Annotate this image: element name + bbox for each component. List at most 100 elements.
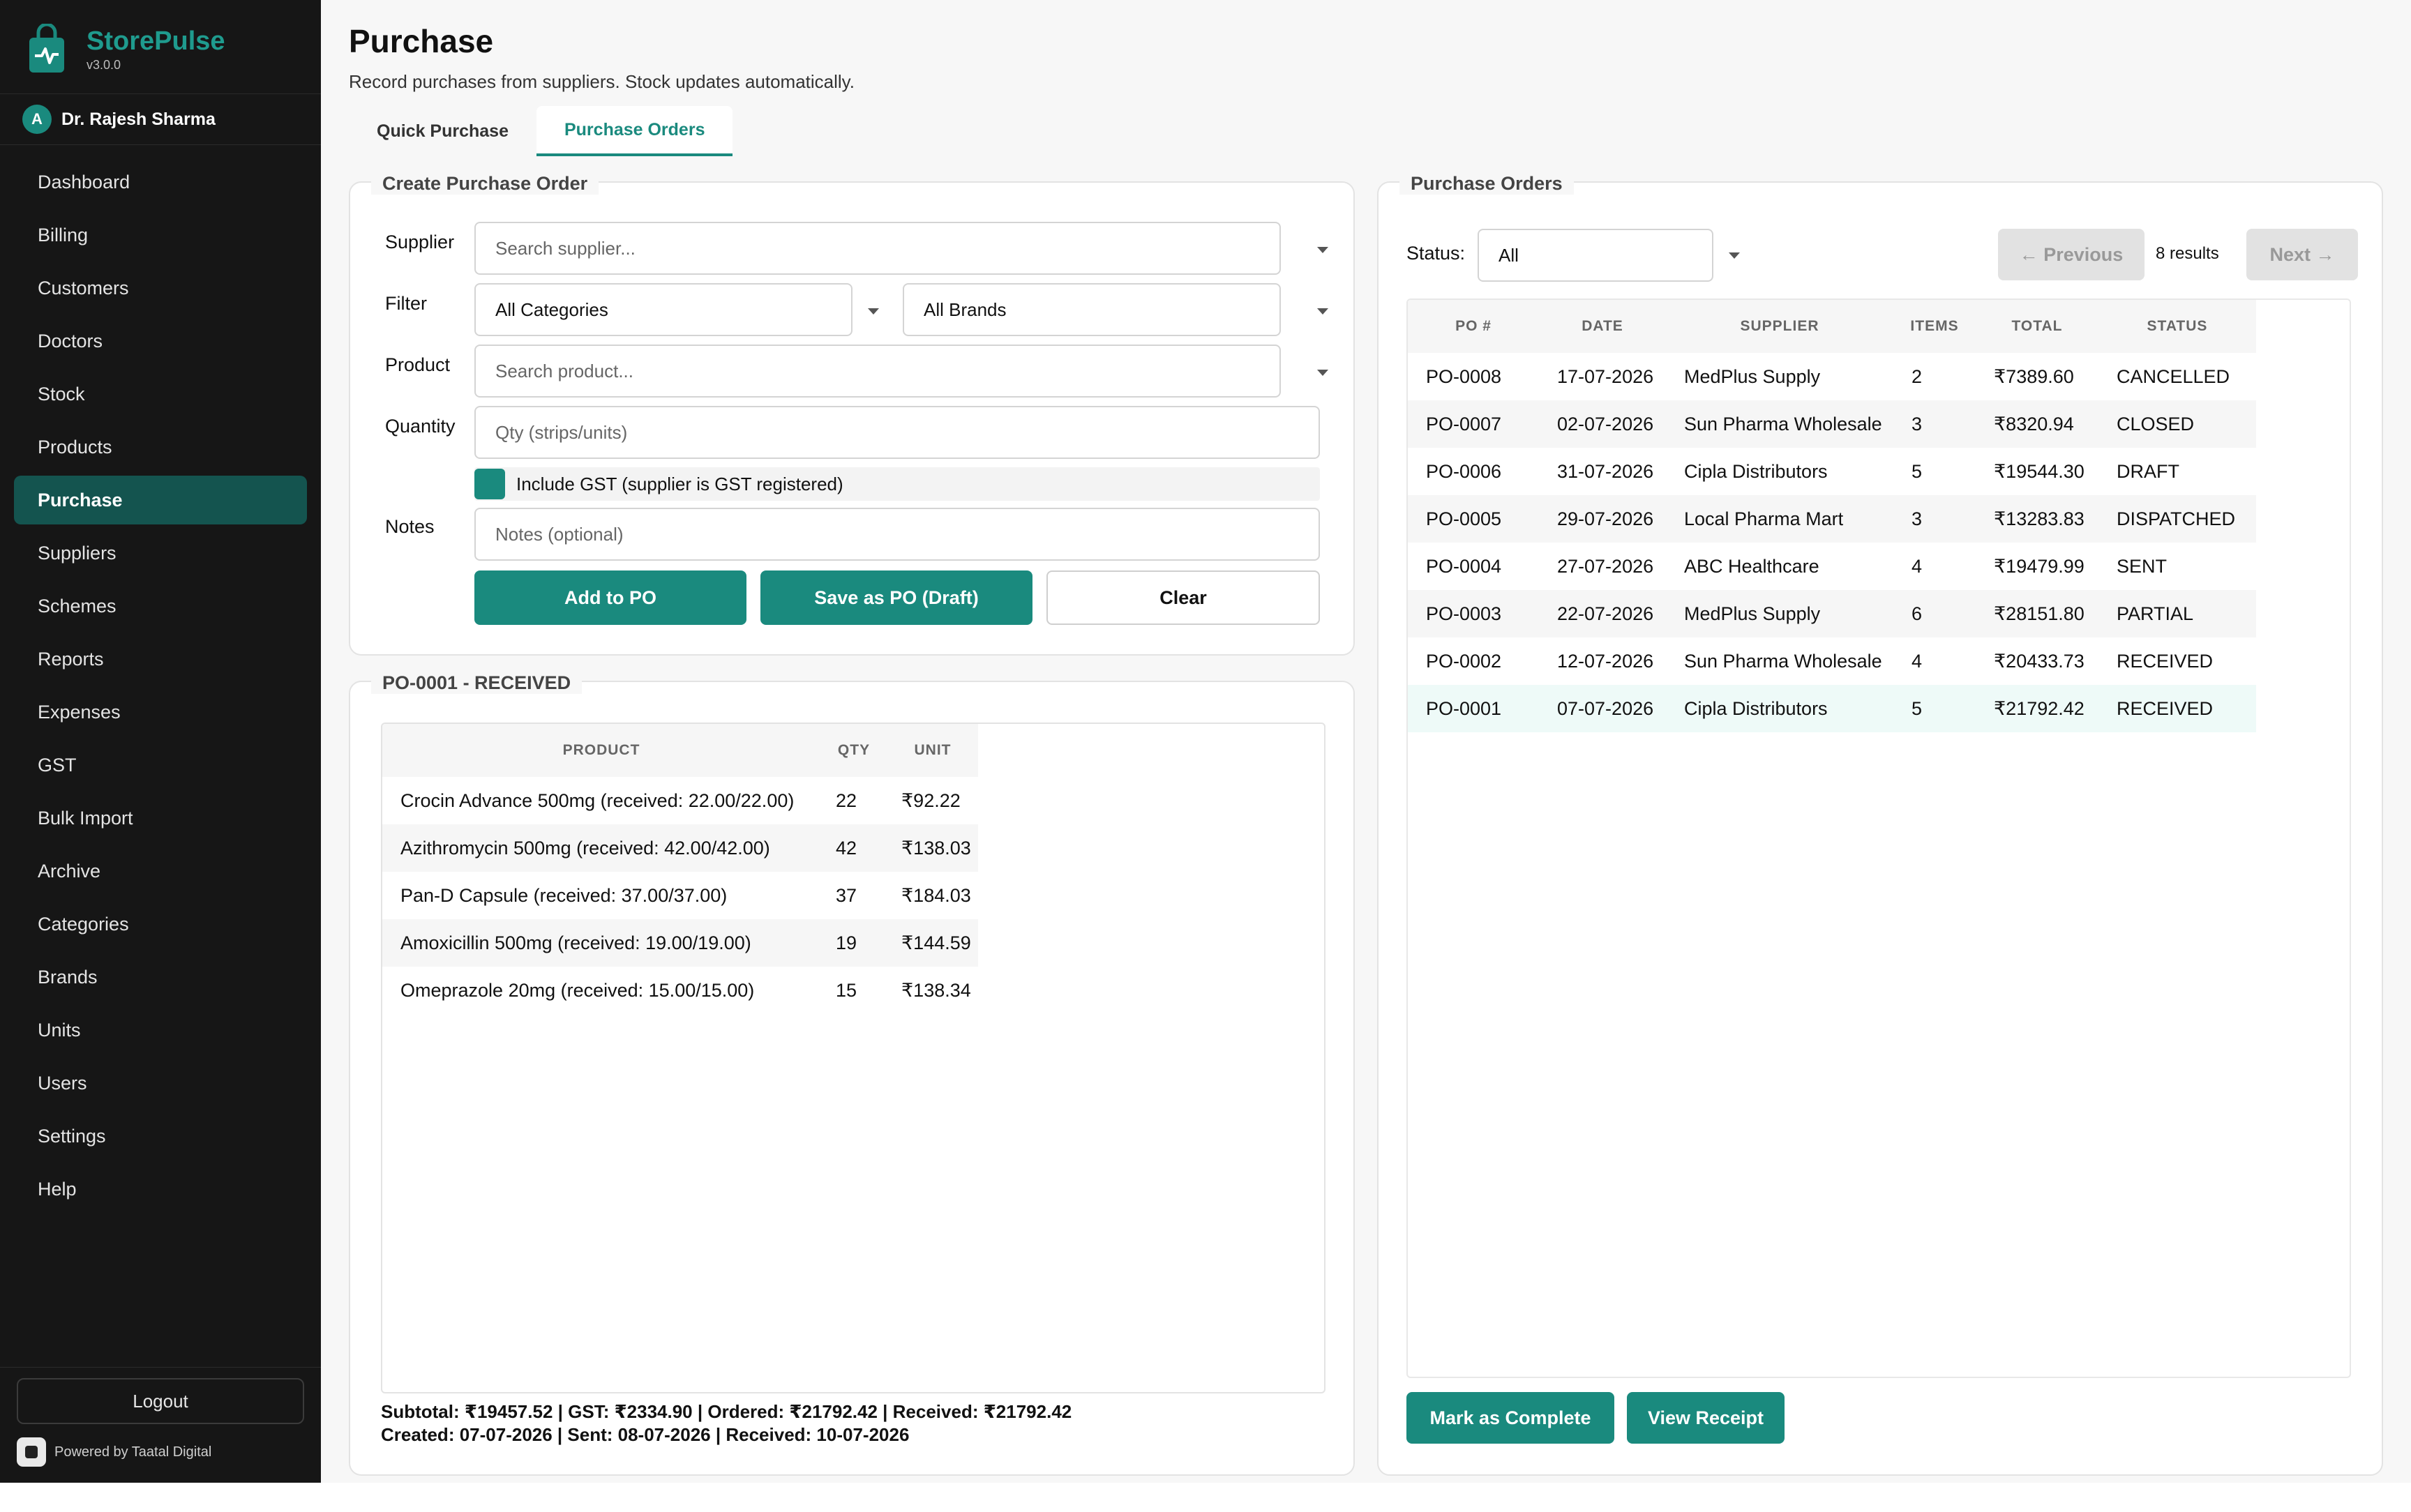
column-header-items[interactable]: ITEMS	[1893, 300, 1976, 353]
cell-product: Crocin Advance 500mg (received: 22.00/22…	[400, 789, 795, 811]
taatal-logo-icon	[17, 1437, 46, 1467]
sidebar-item-brands[interactable]: Brands	[14, 953, 307, 1001]
sidebar-item-units[interactable]: Units	[14, 1006, 307, 1054]
sidebar-item-categories[interactable]: Categories	[14, 900, 307, 948]
cell-status: SENT	[2117, 555, 2168, 577]
mark-complete-button[interactable]: Mark as Complete	[1406, 1392, 1614, 1444]
table-row-selected[interactable]: PO-0001 07-07-2026 Cipla Distributors 5 …	[1408, 685, 2256, 732]
purchase-orders-title: Purchase Orders	[1399, 173, 1574, 195]
cell-unit: ₹184.03	[901, 884, 971, 906]
cell-supplier: Cipla Distributors	[1684, 460, 1828, 482]
column-header-po[interactable]: PO #	[1408, 300, 1539, 353]
notes-label: Notes	[385, 516, 435, 537]
brand-select[interactable]: All Brands	[903, 283, 1281, 336]
brand-dropdown-caret-icon[interactable]	[1317, 308, 1328, 315]
sidebar-footer: Logout Powered by Taatal Digital	[0, 1367, 321, 1467]
logout-button[interactable]: Logout	[17, 1378, 304, 1424]
tab-quick-purchase[interactable]: Quick Purchase	[349, 106, 536, 156]
table-row[interactable]: PO-0008 17-07-2026 MedPlus Supply 2 ₹738…	[1408, 353, 2256, 400]
cell-total: ₹8320.94	[1976, 400, 2098, 448]
cell-supplier: ABC Healthcare	[1684, 555, 1819, 577]
cell-items: 4	[1911, 555, 1923, 577]
cell-supplier: Local Pharma Mart	[1666, 495, 1893, 543]
cell-qty: 22	[836, 789, 857, 811]
table-row[interactable]: PO-0002 12-07-2026 Sun Pharma Wholesale …	[1408, 637, 2256, 685]
status-dropdown-caret-icon[interactable]	[1729, 252, 1740, 259]
cell-supplier: MedPlus Supply	[1666, 590, 1893, 637]
status-filter-label: Status:	[1406, 243, 1466, 264]
cell-total: ₹20433.73	[1994, 650, 2085, 672]
column-header-qty: QTY	[820, 724, 887, 777]
supplier-dropdown-caret-icon[interactable]	[1317, 247, 1328, 253]
notes-input[interactable]: Notes (optional)	[474, 508, 1320, 561]
category-dropdown-caret-icon[interactable]	[868, 308, 879, 315]
table-row: Amoxicillin 500mg (received: 19.00/19.00…	[382, 919, 978, 967]
gst-checkbox[interactable]	[474, 469, 505, 499]
cell-total: ₹7389.60	[1994, 365, 2074, 387]
category-select[interactable]: All Categories	[474, 283, 853, 336]
table-row[interactable]: PO-0005 29-07-2026 Local Pharma Mart 3 ₹…	[1408, 495, 2256, 543]
sidebar-item-bulk-import[interactable]: Bulk Import	[14, 794, 307, 842]
store-bag-logo-icon	[28, 22, 66, 74]
cell-status: DRAFT	[2117, 460, 2179, 482]
sidebar-item-reports[interactable]: Reports	[14, 635, 307, 683]
tab-purchase-orders[interactable]: Purchase Orders	[536, 106, 733, 156]
sidebar-item-customers[interactable]: Customers	[14, 264, 307, 312]
table-row[interactable]: PO-0006 31-07-2026 Cipla Distributors 5 …	[1408, 448, 2256, 495]
sidebar-item-stock[interactable]: Stock	[14, 370, 307, 418]
po-totals-dates: Created: 07-07-2026 | Sent: 08-07-2026 |…	[381, 1424, 910, 1445]
cell-date: 22-07-2026	[1539, 590, 1666, 637]
cell-items: 2	[1911, 365, 1923, 387]
cell-date: 31-07-2026	[1557, 460, 1654, 482]
column-header-unit: UNIT	[887, 724, 978, 777]
sidebar-item-dashboard[interactable]: Dashboard	[14, 158, 307, 206]
next-page-button[interactable]: Next →	[2246, 229, 2358, 280]
sidebar-item-help[interactable]: Help	[14, 1165, 307, 1214]
table-row: Azithromycin 500mg (received: 42.00/42.0…	[382, 824, 978, 872]
sidebar-item-expenses[interactable]: Expenses	[14, 688, 307, 736]
cell-po: PO-0008	[1426, 365, 1502, 387]
add-to-po-button[interactable]: Add to PO	[474, 570, 746, 625]
table-row[interactable]: PO-0004 27-07-2026 ABC Healthcare 4 ₹194…	[1408, 543, 2256, 590]
page-subtitle: Record purchases from suppliers. Stock u…	[349, 71, 855, 92]
sidebar-item-purchase[interactable]: Purchase	[14, 476, 307, 524]
table-row[interactable]: PO-0003 22-07-2026 MedPlus Supply 6 ₹281…	[1408, 590, 2256, 637]
sidebar-item-schemes[interactable]: Schemes	[14, 582, 307, 630]
tab-bar: Quick Purchase Purchase Orders	[349, 106, 733, 156]
sidebar-item-gst[interactable]: GST	[14, 741, 307, 789]
column-header-supplier[interactable]: SUPPLIER	[1666, 300, 1893, 353]
supplier-search-input[interactable]: Search supplier...	[474, 222, 1281, 275]
cell-unit: ₹138.03	[887, 824, 978, 872]
sidebar-item-users[interactable]: Users	[14, 1059, 307, 1107]
cell-po: PO-0004	[1426, 555, 1502, 577]
cell-total: ₹19544.30	[1994, 460, 2085, 482]
user-profile[interactable]: A Dr. Rajesh Sharma	[0, 93, 321, 145]
status-filter-select[interactable]: All	[1478, 229, 1713, 282]
clear-button[interactable]: Clear	[1046, 570, 1320, 625]
quantity-input[interactable]: Qty (strips/units)	[474, 406, 1320, 459]
app-name: StorePulse	[87, 26, 225, 56]
sidebar-item-archive[interactable]: Archive	[14, 847, 307, 895]
purchase-orders-panel: Purchase Orders Status: All ← Previous 8…	[1377, 173, 2383, 1476]
product-search-input[interactable]: Search product...	[474, 345, 1281, 398]
gst-checkbox-row[interactable]: Include GST (supplier is GST registered)	[474, 467, 1320, 501]
product-dropdown-caret-icon[interactable]	[1317, 370, 1328, 376]
sidebar-item-billing[interactable]: Billing	[14, 211, 307, 259]
cell-supplier: Sun Pharma Wholesale	[1684, 650, 1882, 672]
sidebar-item-settings[interactable]: Settings	[14, 1112, 307, 1161]
view-receipt-button[interactable]: View Receipt	[1627, 1392, 1785, 1444]
po-items-table-container: PRODUCT QTY UNIT Crocin Advance 500mg (r…	[381, 723, 1325, 1393]
sidebar-item-products[interactable]: Products	[14, 423, 307, 471]
column-header-date[interactable]: DATE	[1539, 300, 1666, 353]
po-totals: Subtotal: ₹19457.52 | GST: ₹2334.90 | Or…	[381, 1400, 1072, 1446]
sidebar-item-suppliers[interactable]: Suppliers	[14, 529, 307, 577]
column-header-product: PRODUCT	[382, 724, 820, 777]
table-row[interactable]: PO-0007 02-07-2026 Sun Pharma Wholesale …	[1408, 400, 2256, 448]
po-detail-title: PO-0001 - RECEIVED	[371, 672, 583, 694]
save-po-draft-button[interactable]: Save as PO (Draft)	[760, 570, 1032, 625]
column-header-total[interactable]: TOTAL	[1976, 300, 2098, 353]
column-header-status[interactable]: STATUS	[2098, 300, 2256, 353]
sidebar-item-doctors[interactable]: Doctors	[14, 317, 307, 365]
previous-page-button[interactable]: ← Previous	[1998, 229, 2145, 280]
cell-po: PO-0006	[1426, 460, 1502, 482]
